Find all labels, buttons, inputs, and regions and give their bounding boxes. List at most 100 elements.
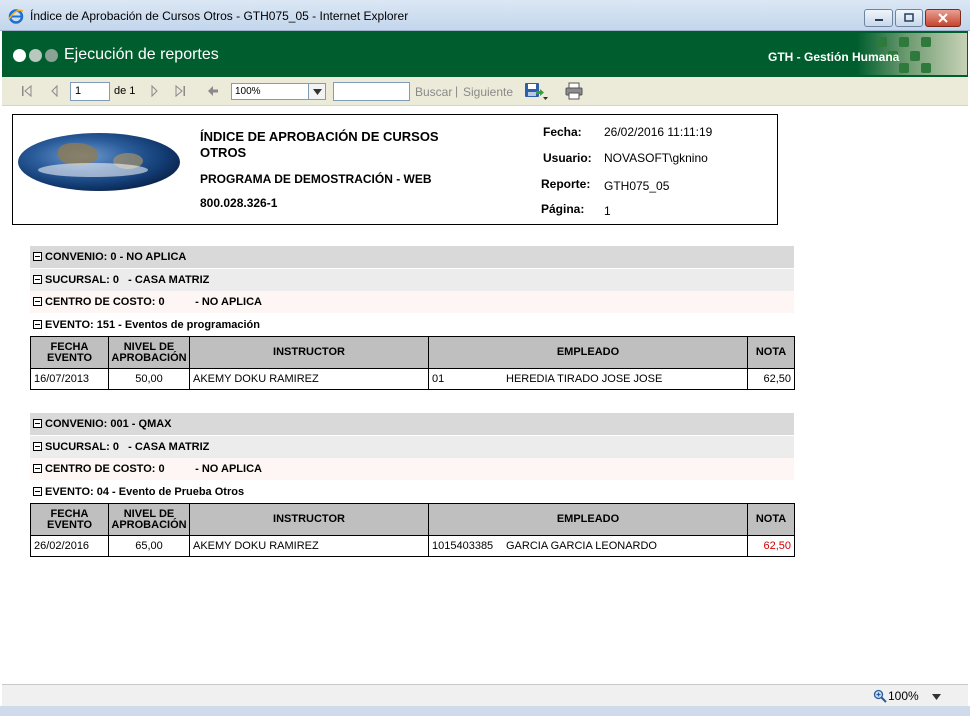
report-viewport[interactable]: ÍNDICE DE APROBACIÓN DE CURSOS OTROS PRO… — [2, 106, 968, 684]
banner-dots-icon — [13, 49, 58, 62]
table-header-row: FECHA EVENTO NIVEL DE APROBACIÓN INSTRUCTO… — [30, 503, 795, 536]
window-titlebar: Índice de Aprobación de Cursos Otros - G… — [0, 0, 970, 31]
col-empleado: EMPLEADO — [428, 336, 748, 369]
find-separator: | — [455, 84, 459, 98]
col-empleado: EMPLEADO — [428, 503, 748, 536]
group-centro-costo[interactable]: CENTRO DE COSTO: 0 - NO APLICA — [30, 291, 794, 313]
page-number-input[interactable]: 1 — [70, 82, 110, 101]
pagina-label: Página: — [541, 202, 585, 216]
chevron-down-icon[interactable] — [932, 694, 941, 700]
table-row: 16/07/2013 50,00 AKEMY DOKU RAMIREZ 01 HE… — [30, 368, 795, 390]
col-instructor: INSTRUCTOR — [189, 336, 429, 369]
fecha-label: Fecha: — [543, 125, 582, 139]
collapse-icon[interactable] — [33, 297, 42, 306]
cell-empleado-name: HEREDIA TIRADO JOSE JOSE — [506, 373, 663, 385]
find-next-link[interactable]: Siguiente — [463, 85, 513, 99]
group-evento[interactable]: EVENTO: 04 - Evento de Prueba Otros — [30, 481, 794, 503]
collapse-icon[interactable] — [33, 442, 42, 451]
collapse-icon[interactable] — [33, 320, 42, 329]
col-nota: NOTA — [747, 503, 795, 536]
collapse-icon[interactable] — [33, 419, 42, 428]
collapse-icon[interactable] — [33, 275, 42, 284]
reporte-value: GTH075_05 — [604, 179, 670, 193]
cell-instructor: AKEMY DOKU RAMIREZ — [189, 535, 429, 557]
cell-empleado-name: GARCIA GARCIA LEONARDO — [506, 540, 657, 552]
report-subtitle: PROGRAMA DE DEMOSTRACIÓN - WEB — [200, 172, 432, 186]
cell-nota: 62,50 — [747, 368, 795, 390]
cell-fecha: 26/02/2016 — [30, 535, 109, 557]
app-banner: Ejecución de reportes GTH - Gestión Huma… — [2, 31, 968, 77]
group-convenio-label: CONVENIO: 001 - QMAX — [45, 418, 172, 430]
minimize-button[interactable] — [864, 9, 893, 27]
banner-title: Ejecución de reportes — [64, 46, 219, 63]
export-icon[interactable] — [524, 82, 548, 100]
previous-page-icon[interactable] — [48, 84, 62, 98]
group-sucursal[interactable]: SUCURSAL: 0 - CASA MATRIZ — [30, 269, 794, 291]
zoom-select[interactable]: 100% — [231, 83, 326, 100]
col-nota: NOTA — [747, 336, 795, 369]
group-evento[interactable]: EVENTO: 151 - Eventos de programación — [30, 314, 794, 336]
print-icon[interactable] — [565, 82, 583, 100]
table-header-row: FECHA EVENTO NIVEL DE APROBACIÓN INSTRUCTO… — [30, 336, 795, 369]
fecha-value: 26/02/2016 11:11:19 — [604, 125, 713, 139]
close-icon — [926, 10, 960, 26]
col-nivel-aprobacion: NIVEL DE APROBACIÓN — [108, 503, 190, 536]
first-page-icon[interactable] — [20, 84, 34, 98]
window-bottom-border — [0, 706, 970, 716]
last-page-icon[interactable] — [173, 84, 187, 98]
col-nivel-aprobacion: NIVEL DE APROBACIÓN — [108, 336, 190, 369]
col-fecha-evento: FECHA EVENTO — [30, 336, 109, 369]
report-toolbar: 1 de 1 100% Buscar | Siguiente — [2, 77, 968, 106]
cell-nota: 62,50 — [747, 535, 795, 557]
collapse-icon[interactable] — [33, 487, 42, 496]
status-zoom-level[interactable]: 100% — [888, 689, 919, 703]
cell-empleado: 1015403385 GARCIA GARCIA LEONARDO — [428, 535, 748, 557]
maximize-icon — [896, 10, 922, 26]
col-instructor: INSTRUCTOR — [189, 503, 429, 536]
group-centro-costo-label: CENTRO DE COSTO: 0 - NO APLICA — [45, 463, 262, 475]
group-convenio[interactable]: CONVENIO: 0 - NO APLICA — [30, 246, 794, 268]
maximize-button[interactable] — [895, 9, 923, 27]
detail-table: FECHA EVENTO NIVEL DE APROBACIÓN INSTRUCTO… — [30, 336, 795, 390]
collapse-icon[interactable] — [33, 252, 42, 261]
next-page-icon[interactable] — [147, 84, 161, 98]
collapse-icon[interactable] — [33, 464, 42, 473]
group-centro-costo[interactable]: CENTRO DE COSTO: 0 - NO APLICA — [30, 458, 794, 480]
globe-logo-icon — [18, 133, 180, 191]
close-button[interactable] — [925, 9, 961, 27]
usuario-label: Usuario: — [543, 151, 592, 165]
group-centro-costo-label: CENTRO DE COSTO: 0 - NO APLICA — [45, 296, 262, 308]
report-title: ÍNDICE DE APROBACIÓN DE CURSOS OTROS — [200, 129, 439, 160]
cell-fecha: 16/07/2013 — [30, 368, 109, 390]
find-link[interactable]: Buscar — [415, 85, 452, 99]
minimize-icon — [865, 10, 892, 26]
zoom-icon[interactable] — [873, 689, 887, 703]
zoom-select-value: 100% — [235, 86, 261, 97]
usuario-value: NOVASOFT\gknino — [604, 151, 708, 165]
group-sucursal-label: SUCURSAL: 0 - CASA MATRIZ — [45, 441, 210, 453]
cell-empleado-id: 01 — [432, 373, 445, 385]
pagina-value: 1 — [604, 204, 611, 218]
reporte-label: Reporte: — [541, 177, 591, 191]
cell-empleado: 01 HEREDIA TIRADO JOSE JOSE — [428, 368, 748, 390]
group-convenio-label: CONVENIO: 0 - NO APLICA — [45, 251, 187, 263]
back-to-parent-icon[interactable] — [205, 84, 219, 98]
group-convenio[interactable]: CONVENIO: 001 - QMAX — [30, 413, 794, 435]
cell-nivel: 50,00 — [108, 368, 190, 390]
cell-instructor: AKEMY DOKU RAMIREZ — [189, 368, 429, 390]
company-nit: 800.028.326-1 — [200, 196, 278, 210]
cell-nivel: 65,00 — [108, 535, 190, 557]
cell-empleado-id: 1015403385 — [432, 540, 494, 552]
internet-explorer-icon — [8, 9, 24, 24]
group-evento-label: EVENTO: 04 - Evento de Prueba Otros — [45, 486, 245, 498]
window-title: Índice de Aprobación de Cursos Otros - G… — [30, 9, 409, 23]
group-evento-label: EVENTO: 151 - Eventos de programación — [45, 319, 260, 331]
group-sucursal-label: SUCURSAL: 0 - CASA MATRIZ — [45, 274, 210, 286]
brand-label: GTH - Gestión Humana — [768, 50, 900, 64]
page-count-label: de 1 — [114, 85, 136, 97]
status-bar: 100% — [2, 684, 968, 706]
table-row: 26/02/2016 65,00 AKEMY DOKU RAMIREZ 1015… — [30, 535, 795, 557]
group-sucursal[interactable]: SUCURSAL: 0 - CASA MATRIZ — [30, 436, 794, 458]
find-text-input[interactable] — [333, 82, 410, 101]
report-header: ÍNDICE DE APROBACIÓN DE CURSOS OTROS PRO… — [12, 114, 778, 225]
